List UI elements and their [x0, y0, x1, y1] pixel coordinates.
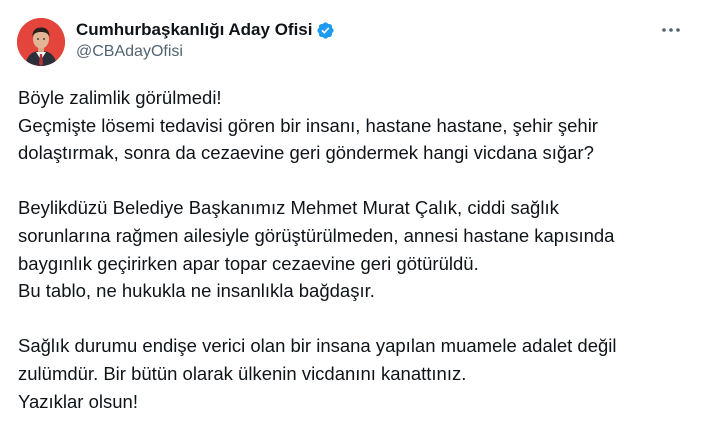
tweet-line: Bu tablo, ne hukukla ne insanlıkla bağda… [18, 280, 375, 302]
author-handle[interactable]: @CBAdayOfisi [76, 43, 335, 61]
more-options-button[interactable] [658, 20, 684, 40]
tweet-paragraph: Böyle zalimlik görülmedi! Geçmişte lösem… [18, 84, 690, 167]
tweet-line: Böyle zalimlik görülmedi! [18, 87, 222, 108]
tweet-paragraph: Beylikdüzü Belediye Başkanımız Mehmet Mu… [18, 194, 690, 304]
avatar[interactable] [17, 18, 65, 66]
tweet-card: Cumhurbaşkanlığı Aday Ofisi @CBAdayOfisi… [0, 0, 702, 438]
author-display-name[interactable]: Cumhurbaşkanlığı Aday Ofisi [76, 20, 312, 40]
name-row: Cumhurbaşkanlığı Aday Ofisi [76, 19, 335, 41]
tweet-header: Cumhurbaşkanlığı Aday Ofisi @CBAdayOfisi [76, 19, 335, 61]
tweet-line: dolaştırmak, sonra da cezaevine geri gön… [18, 142, 594, 164]
tweet-line: sorunlarına rağmen ailesiyle görüştürülm… [18, 224, 615, 246]
tweet-line: Yazıklar olsun! [18, 390, 138, 412]
tweet-line: Geçmişte lösemi tedavisi gören bir insan… [18, 114, 598, 136]
verified-badge-icon[interactable] [316, 21, 335, 40]
avatar-image [17, 18, 65, 66]
tweet-line: Sağlık durumu endişe verici olan bir ins… [18, 335, 617, 357]
tweet-paragraph: Sağlık durumu endişe verici olan bir ins… [18, 332, 690, 415]
tweet-line: baygınlık geçirirken apar topar cezaevin… [18, 252, 479, 274]
tweet-line: Beylikdüzü Belediye Başkanımız Mehmet Mu… [18, 197, 559, 219]
tweet-text: Böyle zalimlik görülmedi! Geçmişte lösem… [18, 84, 690, 415]
tweet-line: zulümdür. Bir bütün olarak ülkenin vicda… [18, 362, 467, 384]
more-horizontal-icon [662, 28, 680, 32]
